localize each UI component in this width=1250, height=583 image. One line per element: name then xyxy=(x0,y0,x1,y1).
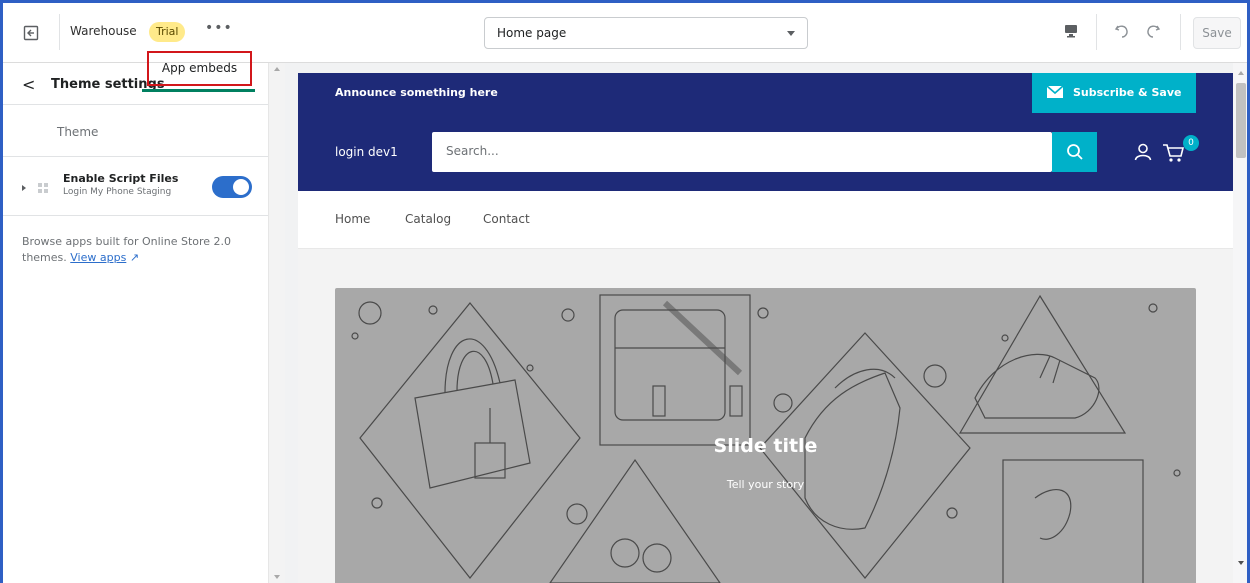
slide-subtitle: Tell your story xyxy=(726,478,805,491)
sidebar-scrollbar[interactable] xyxy=(268,63,285,583)
active-tab-indicator xyxy=(142,89,255,92)
sidebar-tabs: Theme xyxy=(0,105,268,157)
scroll-up-icon[interactable] xyxy=(1238,71,1244,75)
back-icon[interactable]: < xyxy=(22,75,35,94)
search-button[interactable] xyxy=(1052,132,1097,172)
app-embed-title: Enable Script Files xyxy=(63,172,179,185)
view-apps-link[interactable]: View apps xyxy=(70,251,126,264)
divider xyxy=(59,14,60,50)
store-nav: Home Catalog Contact xyxy=(298,191,1233,249)
nav-home[interactable]: Home xyxy=(335,212,370,226)
scroll-up-icon[interactable] xyxy=(274,67,280,71)
nav-contact[interactable]: Contact xyxy=(483,212,530,226)
trial-badge: Trial xyxy=(149,22,186,42)
store-name: Warehouse xyxy=(70,24,137,38)
cart-icon[interactable] xyxy=(1162,143,1186,163)
slideshow-section: Slide title Tell your story xyxy=(298,249,1233,583)
tab-app-embeds[interactable]: App embeds xyxy=(147,51,252,86)
preview-scrollbar[interactable] xyxy=(1233,63,1250,583)
announcement-bar: Announce something here Subscribe & Save xyxy=(298,73,1233,113)
page-select[interactable]: Home page xyxy=(484,17,808,49)
exit-icon[interactable] xyxy=(20,22,42,44)
search-icon xyxy=(1066,144,1083,160)
app-embed-row[interactable]: Enable Script Files Login My Phone Stagi… xyxy=(0,158,268,216)
scroll-down-icon[interactable] xyxy=(1238,561,1244,565)
slide-title: Slide title xyxy=(713,435,818,457)
store-search-input[interactable]: Search... xyxy=(432,132,1052,172)
tab-theme[interactable]: Theme xyxy=(57,125,98,139)
slideshow-slide[interactable]: Slide title Tell your story xyxy=(335,288,1196,583)
announcement-text: Announce something here xyxy=(335,86,498,99)
store-header: login dev1 Search... 0 xyxy=(298,113,1233,191)
chevron-down-icon xyxy=(787,31,795,36)
store-preview: Announce something here Subscribe & Save… xyxy=(298,73,1233,583)
redo-icon[interactable] xyxy=(1140,18,1166,44)
scroll-down-icon[interactable] xyxy=(274,575,280,579)
subscribe-button[interactable]: Subscribe & Save xyxy=(1032,73,1196,113)
browse-apps-text: Browse apps built for Online Store 2.0 t… xyxy=(22,234,262,266)
enable-toggle[interactable] xyxy=(212,176,252,198)
undo-icon[interactable] xyxy=(1109,18,1135,44)
more-actions-button[interactable]: ••• xyxy=(205,20,233,36)
app-embed-subtitle: Login My Phone Staging xyxy=(63,187,172,197)
theme-settings-sidebar: < Theme settings Theme Enable Script Fil… xyxy=(0,63,285,583)
external-link-icon[interactable]: ↗ xyxy=(130,251,139,264)
scrollbar-thumb[interactable] xyxy=(1236,83,1246,158)
cart-count-badge: 0 xyxy=(1183,135,1199,151)
page-select-value: Home page xyxy=(497,26,567,40)
divider xyxy=(1180,14,1181,50)
caret-right-icon[interactable] xyxy=(22,185,26,191)
nav-catalog[interactable]: Catalog xyxy=(405,212,451,226)
store-logo-text[interactable]: login dev1 xyxy=(335,145,398,159)
desktop-view-icon[interactable] xyxy=(1058,18,1084,44)
save-button[interactable]: Save xyxy=(1193,17,1241,49)
mail-icon xyxy=(1047,86,1063,98)
search-placeholder: Search... xyxy=(446,144,499,158)
account-icon[interactable] xyxy=(1134,143,1152,161)
toggle-knob xyxy=(233,179,249,195)
app-block-icon xyxy=(38,182,48,193)
divider xyxy=(1096,14,1097,50)
browse-apps-description: Browse apps built for Online Store 2.0 t… xyxy=(22,235,232,264)
subscribe-label: Subscribe & Save xyxy=(1073,86,1182,99)
